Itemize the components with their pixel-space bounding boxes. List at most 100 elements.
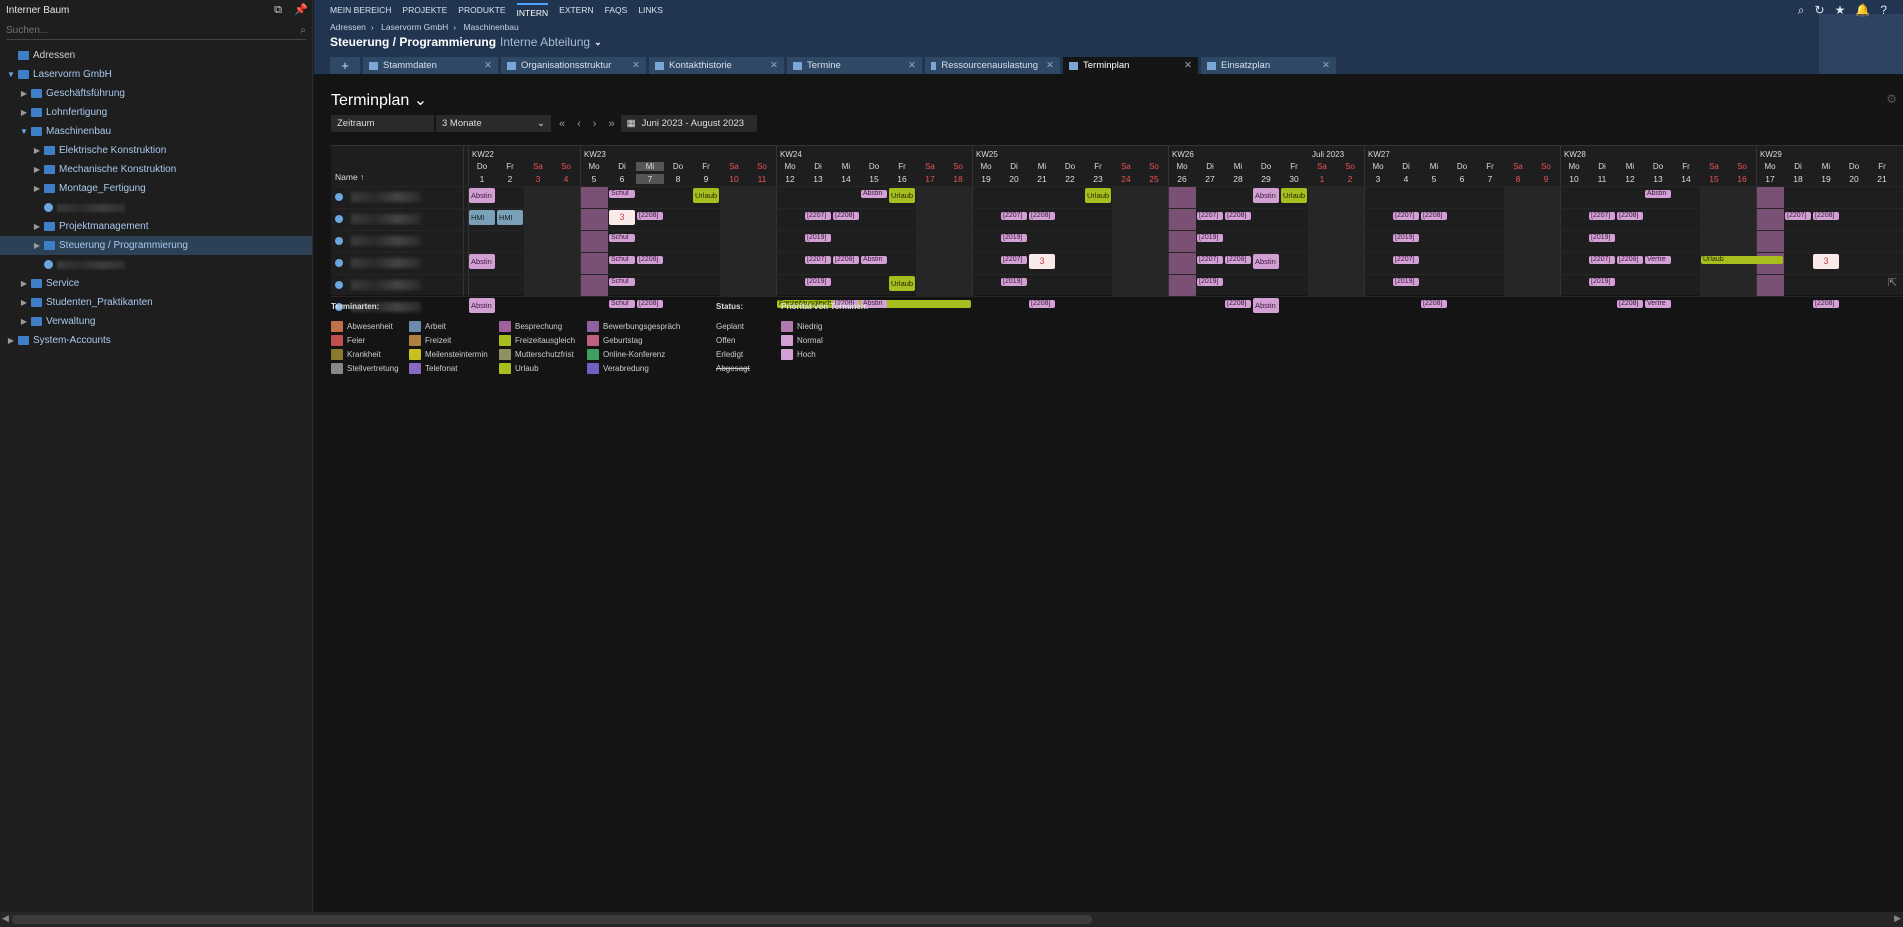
add-tab-button[interactable]: +	[330, 57, 360, 74]
tab[interactable]: Terminplan ✕	[1063, 57, 1198, 74]
appointment[interactable]: 3	[1029, 254, 1055, 269]
appointment[interactable]: [2019]	[805, 278, 831, 286]
expand-icon[interactable]: ▶	[6, 336, 16, 345]
horizontal-scrollbar[interactable]: ◀ ▶	[0, 912, 1903, 927]
appointment[interactable]: Urlaub	[889, 276, 915, 291]
appointment[interactable]: Schul	[609, 278, 635, 286]
appointment[interactable]: Abstin	[1645, 190, 1671, 198]
next-period-icon[interactable]: ›	[593, 118, 597, 130]
appointment[interactable]: Abstin	[861, 256, 887, 264]
appointment[interactable]: HMI	[497, 210, 523, 225]
appointment[interactable]: [2019]	[1197, 278, 1223, 286]
nav-item[interactable]: FAQS	[605, 5, 628, 15]
close-icon[interactable]: ✕	[1038, 60, 1054, 71]
tree-selector[interactable]: Interner Baum	[6, 5, 262, 16]
expand-icon[interactable]: ▶	[19, 317, 29, 326]
tree-item[interactable]: ▶ Mechanische Konstruktion	[0, 160, 312, 179]
close-icon[interactable]: ✕	[1176, 60, 1192, 71]
tree-item[interactable]: ▶ Verwaltung	[0, 312, 312, 331]
tab[interactable]: Kontakthistorie ✕	[649, 57, 784, 74]
appointment[interactable]: [2208]	[1029, 300, 1055, 308]
tree-item[interactable]: ▶ Geschäftsführung	[0, 84, 312, 103]
nav-item[interactable]: EXTERN	[559, 5, 593, 15]
appointment[interactable]: [2208]	[1421, 300, 1447, 308]
tree-item[interactable]: ▶ Elektrische Konstruktion	[0, 141, 312, 160]
expand-icon[interactable]: ▶	[19, 89, 29, 98]
close-icon[interactable]: ✕	[900, 60, 916, 71]
tab[interactable]: Organisationsstruktur ✕	[501, 57, 646, 74]
appointment[interactable]: [2207]	[1589, 212, 1615, 220]
appointment[interactable]: [2207]	[1197, 212, 1223, 220]
range-select[interactable]: 3 Monate ⌄	[436, 115, 551, 132]
expand-icon[interactable]: ▶	[19, 108, 29, 117]
person-name-cell[interactable]	[335, 231, 455, 250]
appointment[interactable]: [2207]	[1785, 212, 1811, 220]
appointment[interactable]: Schul	[609, 234, 635, 242]
appointment[interactable]: Abstin	[1253, 298, 1279, 313]
tab[interactable]: Termine ✕	[787, 57, 922, 74]
page-heading[interactable]: Terminplan ⌄	[331, 90, 427, 110]
appointment[interactable]: [2207]	[1001, 256, 1027, 264]
close-icon[interactable]: ✕	[476, 60, 492, 71]
search-icon[interactable]: ⌕	[300, 25, 306, 36]
appointment[interactable]: [2208]	[1225, 212, 1251, 220]
appointment[interactable]: [2207]	[1197, 256, 1223, 264]
appointment[interactable]: [2019]	[1393, 234, 1419, 242]
appointment[interactable]: Urlaub	[1085, 188, 1111, 203]
appointment[interactable]: [2208]	[1225, 300, 1251, 308]
appointment[interactable]: [2208]	[1617, 212, 1643, 220]
tree-item[interactable]: Adressen	[0, 46, 312, 65]
tree-item[interactable]: ▶ System-Accounts	[0, 331, 312, 350]
expand-icon[interactable]: ▶	[32, 184, 42, 193]
pin-icon[interactable]: 📌	[294, 4, 308, 16]
appointment[interactable]: Urlaub	[1701, 256, 1783, 264]
collapse-icon[interactable]: ▼	[19, 127, 29, 136]
appointment[interactable]: [2208]	[637, 212, 663, 220]
search-icon[interactable]: ⌕	[1798, 3, 1805, 18]
appointment[interactable]: Abstin	[469, 254, 495, 269]
tree-item[interactable]: ▶ Montage_Fertigung	[0, 179, 312, 198]
person-name-cell[interactable]	[335, 275, 455, 294]
appointment[interactable]: [2019]	[1589, 234, 1615, 242]
tree-item[interactable]: ▶ Studenten_Praktikanten	[0, 293, 312, 312]
layout-icon[interactable]: ⧉	[272, 4, 284, 16]
nav-item[interactable]: PROJEKTE	[402, 5, 447, 15]
period-picker[interactable]: ▦ Juni 2023 - August 2023	[620, 115, 757, 132]
appointment[interactable]: [2208]	[1813, 300, 1839, 308]
appointment[interactable]: [2207]	[805, 212, 831, 220]
appointment[interactable]: [2207]	[805, 256, 831, 264]
expand-icon[interactable]: ▶	[32, 146, 42, 155]
appointment[interactable]: [2208]	[1225, 256, 1251, 264]
appointment[interactable]: [2208]	[1421, 212, 1447, 220]
expand-icon[interactable]: ▶	[32, 165, 42, 174]
appointment[interactable]: [2019]	[1001, 234, 1027, 242]
breadcrumb-item[interactable]: Adressen	[330, 22, 366, 32]
appointment[interactable]: [2019]	[1393, 278, 1419, 286]
appointment[interactable]: Urlaub	[889, 188, 915, 203]
appointment[interactable]: [2208]	[637, 256, 663, 264]
appointment[interactable]: [2019]	[805, 234, 831, 242]
appointment[interactable]: Abstin	[861, 190, 887, 198]
appointment[interactable]: [2208]	[1617, 300, 1643, 308]
appointment[interactable]: [2208]	[1617, 256, 1643, 264]
appointment[interactable]: Vertre	[1645, 256, 1671, 264]
page-subtitle[interactable]: Interne Abteilung	[500, 35, 590, 49]
scroll-left-icon[interactable]: ◀	[2, 913, 9, 924]
tab[interactable]: Einsatzplan ✕	[1201, 57, 1336, 74]
nav-item[interactable]: INTERN	[516, 2, 549, 18]
last-period-icon[interactable]: »	[608, 118, 614, 130]
appointment[interactable]: 3	[1813, 254, 1839, 269]
tab[interactable]: Stammdaten ✕	[363, 57, 498, 74]
expand-icon[interactable]: ▶	[19, 298, 29, 307]
breadcrumb-item[interactable]: Maschinenbau	[463, 22, 518, 32]
appointment[interactable]: [2019]	[1001, 278, 1027, 286]
appointment[interactable]: Abstin	[1253, 188, 1279, 203]
appointment[interactable]: [2207]	[1001, 212, 1027, 220]
appointment[interactable]: Schul	[609, 190, 635, 198]
appointment[interactable]: [2208]	[833, 256, 859, 264]
appointment[interactable]: Abstin	[1253, 254, 1279, 269]
appointment[interactable]: Urlaub	[1281, 188, 1307, 203]
person-name-cell[interactable]	[335, 187, 455, 206]
nav-item[interactable]: LINKS	[638, 5, 663, 15]
tree-item[interactable]: ▶ Service	[0, 274, 312, 293]
